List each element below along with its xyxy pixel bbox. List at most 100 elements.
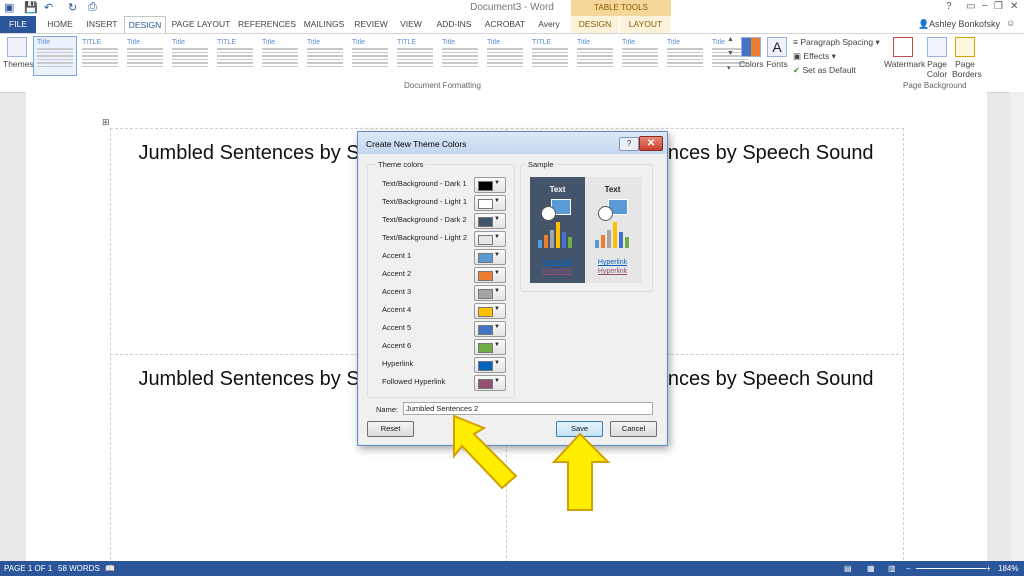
proofing-icon[interactable]: 📖 [105,564,115,573]
page-count[interactable]: PAGE 1 OF 1 [4,564,52,573]
theme-color-picker-button[interactable]: ▼ [474,375,506,391]
help-icon[interactable]: ? [946,1,952,12]
tab-mailings[interactable]: MAILINGS [302,16,346,33]
theme-color-picker-button[interactable]: ▼ [474,267,506,283]
user-name[interactable]: Ashley Bonkofsky [929,19,1000,29]
tab-page-layout[interactable]: PAGE LAYOUT [170,16,232,33]
user-avatar-icon: 👤 [918,19,930,29]
style-set-thumbnail[interactable]: Title [348,36,392,76]
theme-color-picker-button[interactable]: ▼ [474,195,506,211]
style-set-thumbnail[interactable]: Title [573,36,617,76]
close-window-icon[interactable]: ✕ [1010,1,1018,12]
theme-color-picker-button[interactable]: ▼ [474,231,506,247]
style-set-preview-line [307,55,343,57]
tab-add-ins[interactable]: ADD-INS [432,16,476,33]
theme-color-picker-button[interactable]: ▼ [474,213,506,229]
theme-color-picker-button[interactable]: ▼ [474,285,506,301]
chevron-down-icon: ▼ [494,306,500,312]
style-set-thumbnail[interactable]: Title [438,36,482,76]
print-layout-icon[interactable]: ▦ [867,564,875,573]
tab-design[interactable]: DESIGN [124,16,166,34]
tab-avery[interactable]: Avery [534,16,564,33]
tab-table-layout[interactable]: LAYOUT [620,16,671,33]
tab-insert[interactable]: INSERT [82,16,122,33]
fonts-button[interactable]: A Fonts [765,37,789,69]
theme-color-picker-button[interactable]: ▼ [474,177,506,193]
theme-color-picker-button[interactable]: ▼ [474,357,506,373]
zoom-level[interactable]: 184% [998,564,1018,573]
style-set-preview-line [217,48,253,50]
table-move-handle-icon[interactable]: ⊞ [102,117,110,128]
style-set-preview-line [397,62,433,64]
dialog-close-icon[interactable]: ✕ [639,136,663,151]
window-title: Document3 - Word [470,2,554,13]
style-set-preview-line [172,55,208,57]
gallery-scroll-down-icon[interactable]: ▼ [727,50,734,57]
smiley-feedback-icon[interactable]: ☺ [1006,18,1015,28]
theme-color-picker-button[interactable]: ▼ [474,339,506,355]
style-set-thumbnail[interactable]: TITLE [78,36,122,76]
table-tools-header: TABLE TOOLS [571,0,671,16]
restore-icon[interactable]: ❐ [994,1,1003,12]
dialog-help-icon[interactable]: ? [619,137,639,151]
style-set-preview-line [622,48,658,50]
style-set-preview-line [82,58,118,60]
tab-home[interactable]: HOME [42,16,78,33]
web-layout-icon[interactable]: ▥ [888,564,896,573]
tab-table-design[interactable]: DESIGN [571,16,619,33]
style-set-title: TITLE [82,39,102,46]
ribbon-display-icon[interactable]: ▭ [966,1,975,12]
tab-references[interactable]: REFERENCES [238,16,296,33]
style-set-gallery[interactable]: Title TITLE Title Title TITLE Title Title Title… [33,36,748,78]
theme-color-label: Followed Hyperlink [382,377,446,386]
word-count[interactable]: 58 WORDS [58,564,100,573]
style-set-preview-line [397,65,433,67]
theme-color-picker-button[interactable]: ▼ [474,249,506,265]
tab-acrobat[interactable]: ACROBAT [482,16,528,33]
theme-color-picker-button[interactable]: ▼ [474,321,506,337]
style-set-title: Title [442,39,455,46]
reset-button[interactable]: Reset [367,421,414,437]
style-set-preview-line [172,62,208,64]
style-set-thumbnail[interactable]: Title [303,36,347,76]
page-color-button[interactable]: Page Color [924,37,950,79]
style-set-preview-line [217,55,253,57]
gallery-scroll-up-icon[interactable]: ▲ [727,36,734,43]
theme-color-row: Accent 6 ▼ [382,339,508,355]
minimize-icon[interactable]: – [982,0,988,11]
watermark-button[interactable]: Watermark [884,37,925,69]
read-mode-icon[interactable]: ▤ [844,564,852,573]
set-as-default-button[interactable]: ✔ Set as Default [793,65,856,76]
zoom-in-icon[interactable]: + [986,564,991,573]
sample-bar [613,222,617,248]
tab-view[interactable]: VIEW [396,16,426,33]
style-set-thumbnail[interactable]: TITLE [393,36,437,76]
paragraph-spacing-button[interactable]: ≡ Paragraph Spacing ▾ [793,37,880,48]
effects-button[interactable]: ▣ Effects ▾ [793,51,836,62]
tab-file[interactable]: FILE [0,16,36,33]
style-set-thumbnail[interactable]: Title [123,36,167,76]
colors-button[interactable]: Colors [739,37,764,69]
zoom-slider[interactable] [916,568,986,569]
style-set-preview-line [262,51,298,53]
gallery-more-icon[interactable]: ▾ [727,64,731,72]
style-set-thumbnail[interactable]: Title [168,36,212,76]
page-borders-button[interactable]: Page Borders [952,37,982,79]
theme-color-picker-button[interactable]: ▼ [474,303,506,319]
sample-legend: Sample [526,160,556,169]
style-set-preview-line [262,55,298,57]
themes-button[interactable]: Themes [3,37,34,69]
style-set-thumbnail[interactable]: Title [33,36,77,76]
style-set-thumbnail[interactable]: TITLE [213,36,257,76]
style-set-preview-line [37,55,73,57]
color-swatch [478,325,493,335]
style-set-thumbnail[interactable]: Title [663,36,707,76]
style-set-thumbnail[interactable]: TITLE [528,36,572,76]
style-set-thumbnail[interactable]: Title [258,36,302,76]
vertical-scrollbar[interactable] [1010,92,1024,562]
style-set-thumbnail[interactable]: Title [618,36,662,76]
style-set-thumbnail[interactable]: Title [483,36,527,76]
zoom-out-icon[interactable]: – [906,564,910,573]
style-set-preview-line [442,55,478,57]
tab-review[interactable]: REVIEW [352,16,390,33]
